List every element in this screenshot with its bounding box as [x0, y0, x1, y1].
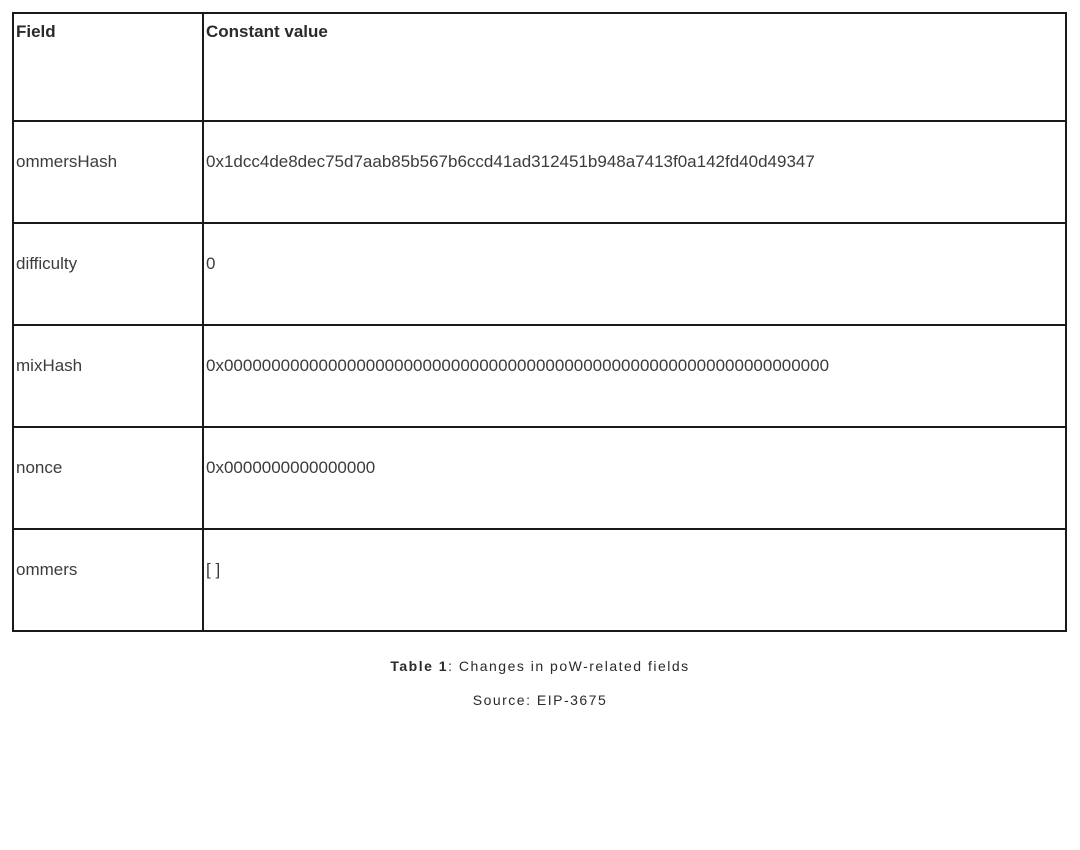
cell-value: 0: [203, 223, 1066, 325]
table-caption: Table 1: Changes in poW-related fields: [12, 658, 1068, 674]
cell-field: nonce: [13, 427, 203, 529]
cell-value-text: 0x0000000000000000: [206, 428, 1063, 481]
cell-field-text: difficulty: [16, 224, 200, 277]
cell-value: 0x1dcc4de8dec75d7aab85b567b6ccd41ad31245…: [203, 121, 1066, 223]
table-source: Source: EIP-3675: [12, 692, 1068, 708]
table-row: mixHash 0x000000000000000000000000000000…: [13, 325, 1066, 427]
cell-field-text: ommers: [16, 530, 200, 583]
cell-field: ommers: [13, 529, 203, 631]
cell-value: [ ]: [203, 529, 1066, 631]
header-field: Field: [13, 13, 203, 121]
table-row: ommers [ ]: [13, 529, 1066, 631]
table-row: difficulty 0: [13, 223, 1066, 325]
cell-value: 0x00000000000000000000000000000000000000…: [203, 325, 1066, 427]
table-row: nonce 0x0000000000000000: [13, 427, 1066, 529]
caption-text: : Changes in poW-related fields: [448, 658, 690, 674]
pow-fields-table: Field Constant value ommersHash 0x1dcc4d…: [12, 12, 1067, 632]
cell-value-text: 0x1dcc4de8dec75d7aab85b567b6ccd41ad31245…: [206, 122, 1063, 175]
table-header-row: Field Constant value: [13, 13, 1066, 121]
cell-value-text: 0x00000000000000000000000000000000000000…: [206, 326, 1063, 379]
header-value: Constant value: [203, 13, 1066, 121]
caption-label: Table 1: [390, 658, 448, 674]
cell-field-text: ommersHash: [16, 122, 200, 175]
cell-field: difficulty: [13, 223, 203, 325]
cell-field: ommersHash: [13, 121, 203, 223]
table-row: ommersHash 0x1dcc4de8dec75d7aab85b567b6c…: [13, 121, 1066, 223]
cell-value-text: 0: [206, 224, 1063, 277]
cell-field-text: mixHash: [16, 326, 200, 379]
cell-value: 0x0000000000000000: [203, 427, 1066, 529]
cell-field: mixHash: [13, 325, 203, 427]
cell-value-text: [ ]: [206, 530, 1063, 583]
cell-field-text: nonce: [16, 428, 200, 481]
